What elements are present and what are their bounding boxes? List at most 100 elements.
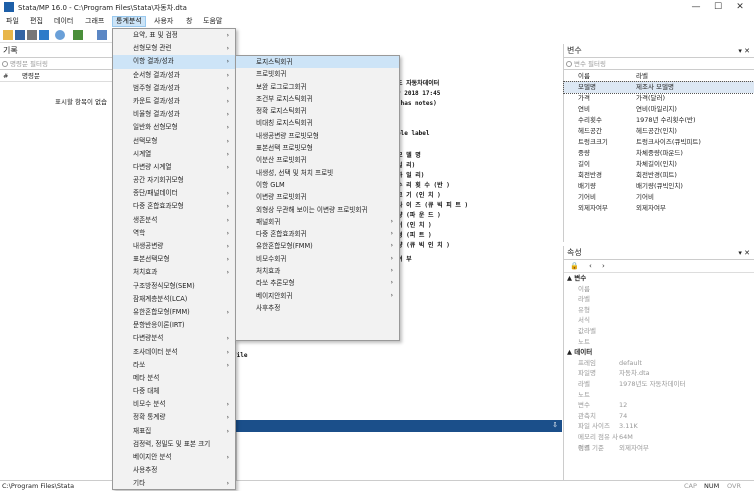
close-button[interactable]: ✕	[730, 1, 750, 13]
variable-row[interactable]: 중량 차체중량(파운드)	[564, 148, 754, 159]
variable-row[interactable]: 트렁크크기 트렁크사이즈(큐빅피트)	[564, 137, 754, 148]
binary-menu-item[interactable]: 처치효과 ›	[236, 265, 399, 277]
next-icon[interactable]: ›	[602, 262, 605, 270]
menu-graphics[interactable]: 그래프	[82, 16, 107, 27]
stats-menu-item[interactable]: 역학 ›	[113, 227, 235, 240]
binary-menu-item[interactable]: 프로빗회귀	[236, 68, 399, 80]
stats-menu-item[interactable]: 정확 통계량 ›	[113, 411, 235, 424]
command-input[interactable]	[236, 432, 562, 480]
stats-menu-item[interactable]: 요약, 표 및 검정 ›	[113, 29, 235, 42]
stats-menu-item[interactable]: 공간 자기회귀모형	[113, 174, 235, 187]
menu-window[interactable]: 창	[183, 16, 195, 27]
properties-section-header[interactable]: ▲ 변수	[564, 273, 754, 284]
stats-menu-item[interactable]: 다변량 시계열 ›	[113, 161, 235, 174]
menu-data[interactable]: 데이터	[51, 16, 76, 27]
stats-menu-item[interactable]: 처치효과 ›	[113, 266, 235, 279]
stats-menu-item[interactable]: 다변량분석 ›	[113, 332, 235, 345]
pin-icon[interactable]: ⇩	[552, 421, 558, 429]
panel-controls-icon[interactable]: ▾ ✕	[738, 44, 750, 58]
stats-menu-item[interactable]: 라쏘 ›	[113, 359, 235, 372]
submenu-arrow-icon: ›	[390, 267, 393, 275]
stats-menu-item[interactable]: 검정력, 정밀도 및 표본 크기	[113, 438, 235, 451]
stats-menu-item[interactable]: 비율형 결과/성과 ›	[113, 108, 235, 121]
stats-menu-item[interactable]: 조사데이터 분석 ›	[113, 346, 235, 359]
stats-menu-item[interactable]: 표본선택모형 ›	[113, 253, 235, 266]
menu-file[interactable]: 파일	[3, 16, 22, 27]
stats-menu-item[interactable]: 베이지안 분석 ›	[113, 451, 235, 464]
variable-row[interactable]: 수리횟수 1978년 수리횟수(반)	[564, 115, 754, 126]
viewer-icon[interactable]	[55, 30, 65, 40]
binary-menu-item[interactable]: 이변량 프로빗회귀	[236, 191, 399, 203]
binary-menu-item[interactable]: 보완 로그로그회귀	[236, 81, 399, 93]
open-icon[interactable]	[3, 30, 13, 40]
binary-menu-item[interactable]: 외형상 무관해 보이는 이변량 프로빗회귀	[236, 204, 399, 216]
binary-menu-item[interactable]: 이항 GLM	[236, 179, 399, 191]
variable-row[interactable]: 모델명 제조사 모델명	[563, 81, 754, 94]
binary-menu-item[interactable]: 조건부 로지스틱회귀	[236, 93, 399, 105]
variable-row[interactable]: 연비 연비(마일리지)	[564, 104, 754, 115]
menu-statistics[interactable]: 통계분석	[112, 16, 146, 27]
minimize-button[interactable]: —	[686, 1, 706, 13]
variable-row[interactable]: 가격 가격(달러)	[564, 93, 754, 104]
variable-row[interactable]: 헤드공간 헤드공간(인치)	[564, 126, 754, 137]
binary-menu-item[interactable]: 라쏘 추론모형 ›	[236, 277, 399, 289]
binary-menu-item[interactable]: 다중 혼합효과회귀 ›	[236, 228, 399, 240]
stats-menu-item[interactable]: 순서형 결과/성과 ›	[113, 69, 235, 82]
binary-menu-item[interactable]: 비대칭 로지스틱회귀	[236, 117, 399, 129]
menu-help[interactable]: 도움말	[200, 16, 225, 27]
panel-controls-icon[interactable]: ▾ ✕	[738, 246, 750, 260]
variable-name: 헤드공간	[578, 127, 602, 135]
maximize-button[interactable]: ☐	[708, 1, 728, 13]
stats-menu-item[interactable]: 일반화 선형모형 ›	[113, 121, 235, 134]
binary-menu-item[interactable]: 이분산 프로빗회귀	[236, 154, 399, 166]
stats-menu-item[interactable]: 잠재계층분석(LCA)	[113, 293, 235, 306]
save-icon[interactable]	[15, 30, 25, 40]
log-icon[interactable]	[39, 30, 49, 40]
stats-menu-item[interactable]: 다중 혼합효과모형 ›	[113, 200, 235, 213]
stats-menu-item[interactable]: 비모수 분석 ›	[113, 398, 235, 411]
binary-menu-item[interactable]: 패널회귀 ›	[236, 216, 399, 228]
stats-menu-item[interactable]: 선택모형 ›	[113, 135, 235, 148]
stats-menu-item[interactable]: 구조방정식모형(SEM)	[113, 280, 235, 293]
stats-menu-item[interactable]: 이항 결과/성과 ›	[113, 55, 235, 69]
do-file-editor-icon[interactable]	[97, 30, 107, 40]
stats-menu-item[interactable]: 시계열 ›	[113, 148, 235, 161]
graph-icon[interactable]	[73, 30, 83, 40]
stats-menu-item[interactable]: 생존분석 ›	[113, 214, 235, 227]
history-filter-input[interactable]: 명령문 필터링	[0, 58, 113, 70]
stats-menu-item[interactable]: 문항반응이론(IRT)	[113, 319, 235, 332]
binary-menu-item[interactable]: 내생공변량 프로빗모형	[236, 130, 399, 142]
stats-menu-item[interactable]: 다중 대체	[113, 385, 235, 398]
variables-filter-input[interactable]: 변수 필터링	[564, 58, 754, 70]
prev-icon[interactable]: ‹	[589, 262, 592, 270]
menu-edit[interactable]: 편집	[27, 16, 46, 27]
print-icon[interactable]	[27, 30, 37, 40]
stats-menu-item[interactable]: 유한혼합모형(FMM) ›	[113, 306, 235, 319]
binary-menu-item[interactable]: 정확 로지스틱회귀	[236, 105, 399, 117]
binary-menu-item[interactable]: 표본선택 프로빗모형	[236, 142, 399, 154]
binary-menu-item[interactable]: 사후추정	[236, 302, 399, 314]
binary-menu-item[interactable]: 내생성, 선택 및 처치 프로빗	[236, 167, 399, 179]
stats-menu-item[interactable]: 카운트 결과/성과 ›	[113, 95, 235, 108]
menu-user[interactable]: 사용자	[151, 16, 176, 27]
stats-menu-item[interactable]: 종단/패널데이터 ›	[113, 187, 235, 200]
variable-row[interactable]: 회전반경 회전반경(피트)	[564, 170, 754, 181]
stats-menu-item[interactable]: 선형모형 관련 ›	[113, 42, 235, 55]
stats-menu-item[interactable]: 내생공변량 ›	[113, 240, 235, 253]
variable-row[interactable]: 길이 차체길이(인치)	[564, 159, 754, 170]
binary-menu-item[interactable]: 유한혼합모형(FMM) ›	[236, 240, 399, 252]
history-col-command: 명령문	[22, 72, 40, 80]
variable-row[interactable]: 외제자여부 외제자여부	[564, 203, 754, 214]
stats-menu-item[interactable]: 기타 ›	[113, 477, 235, 490]
lock-icon[interactable]: 🔒	[570, 262, 579, 270]
binary-menu-item[interactable]: 비모수회귀 ›	[236, 253, 399, 265]
properties-section-header[interactable]: ▲ 데이터	[564, 347, 754, 358]
stats-menu-item[interactable]: 범주형 결과/성과 ›	[113, 82, 235, 95]
variable-row[interactable]: 기어비 기어비	[564, 192, 754, 203]
stats-menu-item[interactable]: 메타 분석	[113, 372, 235, 385]
binary-menu-item[interactable]: 베이지안회귀 ›	[236, 290, 399, 302]
binary-menu-item[interactable]: 로지스틱회귀	[236, 56, 399, 69]
stats-menu-item[interactable]: 사용추정	[113, 464, 235, 477]
variable-row[interactable]: 배기량 배기량(큐빅인치)	[564, 181, 754, 192]
stats-menu-item[interactable]: 재표집 ›	[113, 425, 235, 438]
